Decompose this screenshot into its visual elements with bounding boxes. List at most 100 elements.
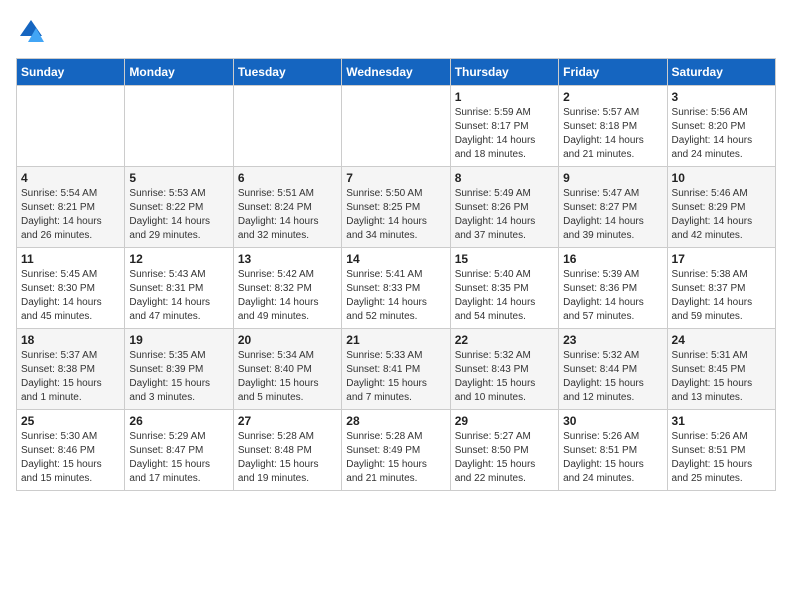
calendar-cell: 27 Sunrise: 5:28 AMSunset: 8:48 PMDayligh… [233,410,341,491]
calendar-cell [125,86,233,167]
calendar-cell: 24 Sunrise: 5:31 AMSunset: 8:45 PMDayligh… [667,329,775,410]
day-info: Sunrise: 5:49 AMSunset: 8:26 PMDaylight:… [455,187,554,243]
day-info: Sunrise: 5:26 AMSunset: 8:51 PMDaylight:… [563,430,662,486]
calendar-cell: 10 Sunrise: 5:46 AMSunset: 8:29 PMDayligh… [667,167,775,248]
day-info: Sunrise: 5:34 AMSunset: 8:40 PMDaylight:… [238,349,337,405]
day-info: Sunrise: 5:50 AMSunset: 8:25 PMDaylight:… [346,187,445,243]
week-row-2: 11 Sunrise: 5:45 AMSunset: 8:30 PMDayligh… [17,248,776,329]
day-number: 9 [563,171,662,185]
calendar-cell: 14Sunrise: 5:41 AMSunset: 8:33 PMDayligh… [342,248,450,329]
day-number: 7 [346,171,445,185]
calendar-cell: 13 Sunrise: 5:42 AMSunset: 8:32 PMDayligh… [233,248,341,329]
calendar-table: SundayMondayTuesdayWednesdayThursdayFrid… [16,58,776,491]
day-number: 12 [129,252,228,266]
day-number: 10 [672,171,771,185]
day-number: 23 [563,333,662,347]
day-number: 27 [238,414,337,428]
day-info: Sunrise: 5:46 AMSunset: 8:29 PMDaylight:… [672,187,771,243]
header-thursday: Thursday [450,59,558,86]
calendar-cell: 26 Sunrise: 5:29 AMSunset: 8:47 PMDayligh… [125,410,233,491]
calendar-cell: 11 Sunrise: 5:45 AMSunset: 8:30 PMDayligh… [17,248,125,329]
day-number: 13 [238,252,337,266]
day-number: 26 [129,414,228,428]
day-number: 6 [238,171,337,185]
calendar-cell: 22Sunrise: 5:32 AMSunset: 8:43 PMDayligh… [450,329,558,410]
day-info: Sunrise: 5:37 AMSunset: 8:38 PMDaylight:… [21,349,120,405]
page-header [16,16,776,46]
calendar-cell: 1 Sunrise: 5:59 AMSunset: 8:17 PMDaylight… [450,86,558,167]
day-number: 25 [21,414,120,428]
day-number: 22 [455,333,554,347]
day-number: 30 [563,414,662,428]
calendar-cell: 29Sunrise: 5:27 AMSunset: 8:50 PMDayligh… [450,410,558,491]
day-number: 8 [455,171,554,185]
calendar-cell: 5 Sunrise: 5:53 AMSunset: 8:22 PMDaylight… [125,167,233,248]
calendar-cell: 30 Sunrise: 5:26 AMSunset: 8:51 PMDayligh… [559,410,667,491]
day-number: 5 [129,171,228,185]
day-info: Sunrise: 5:51 AMSunset: 8:24 PMDaylight:… [238,187,337,243]
calendar-cell: 18Sunrise: 5:37 AMSunset: 8:38 PMDayligh… [17,329,125,410]
calendar-cell: 9 Sunrise: 5:47 AMSunset: 8:27 PMDaylight… [559,167,667,248]
day-number: 24 [672,333,771,347]
calendar-cell: 23Sunrise: 5:32 AMSunset: 8:44 PMDayligh… [559,329,667,410]
day-info: Sunrise: 5:29 AMSunset: 8:47 PMDaylight:… [129,430,228,486]
day-info: Sunrise: 5:31 AMSunset: 8:45 PMDaylight:… [672,349,771,405]
header-saturday: Saturday [667,59,775,86]
day-info: Sunrise: 5:30 AMSunset: 8:46 PMDaylight:… [21,430,120,486]
logo [16,16,50,46]
calendar-cell: 16Sunrise: 5:39 AMSunset: 8:36 PMDayligh… [559,248,667,329]
calendar-cell: 28Sunrise: 5:28 AMSunset: 8:49 PMDayligh… [342,410,450,491]
week-row-4: 25 Sunrise: 5:30 AMSunset: 8:46 PMDayligh… [17,410,776,491]
calendar-cell: 21 Sunrise: 5:33 AMSunset: 8:41 PMDayligh… [342,329,450,410]
week-row-0: 1 Sunrise: 5:59 AMSunset: 8:17 PMDaylight… [17,86,776,167]
calendar-cell: 15Sunrise: 5:40 AMSunset: 8:35 PMDayligh… [450,248,558,329]
calendar-cell: 3 Sunrise: 5:56 AMSunset: 8:20 PMDaylight… [667,86,775,167]
day-number: 15 [455,252,554,266]
week-row-1: 4 Sunrise: 5:54 AMSunset: 8:21 PMDaylight… [17,167,776,248]
calendar-cell: 6 Sunrise: 5:51 AMSunset: 8:24 PMDaylight… [233,167,341,248]
day-info: Sunrise: 5:28 AMSunset: 8:48 PMDaylight:… [238,430,337,486]
header-friday: Friday [559,59,667,86]
day-number: 11 [21,252,120,266]
day-number: 1 [455,90,554,104]
header-tuesday: Tuesday [233,59,341,86]
day-number: 29 [455,414,554,428]
logo-icon [16,16,46,46]
calendar-cell: 17Sunrise: 5:38 AMSunset: 8:37 PMDayligh… [667,248,775,329]
day-info: Sunrise: 5:45 AMSunset: 8:30 PMDaylight:… [21,268,120,324]
day-number: 4 [21,171,120,185]
calendar-cell: 12Sunrise: 5:43 AMSunset: 8:31 PMDayligh… [125,248,233,329]
day-info: Sunrise: 5:56 AMSunset: 8:20 PMDaylight:… [672,106,771,162]
calendar-header-row: SundayMondayTuesdayWednesdayThursdayFrid… [17,59,776,86]
day-number: 20 [238,333,337,347]
day-number: 28 [346,414,445,428]
calendar-cell: 20 Sunrise: 5:34 AMSunset: 8:40 PMDayligh… [233,329,341,410]
calendar-cell: 4 Sunrise: 5:54 AMSunset: 8:21 PMDaylight… [17,167,125,248]
day-number: 3 [672,90,771,104]
calendar-cell: 31 Sunrise: 5:26 AMSunset: 8:51 PMDayligh… [667,410,775,491]
day-number: 2 [563,90,662,104]
day-info: Sunrise: 5:57 AMSunset: 8:18 PMDaylight:… [563,106,662,162]
day-info: Sunrise: 5:59 AMSunset: 8:17 PMDaylight:… [455,106,554,162]
header-wednesday: Wednesday [342,59,450,86]
day-number: 21 [346,333,445,347]
day-info: Sunrise: 5:54 AMSunset: 8:21 PMDaylight:… [21,187,120,243]
day-info: Sunrise: 5:53 AMSunset: 8:22 PMDaylight:… [129,187,228,243]
day-info: Sunrise: 5:42 AMSunset: 8:32 PMDaylight:… [238,268,337,324]
calendar-cell: 19 Sunrise: 5:35 AMSunset: 8:39 PMDayligh… [125,329,233,410]
day-number: 19 [129,333,228,347]
header-monday: Monday [125,59,233,86]
day-info: Sunrise: 5:39 AMSunset: 8:36 PMDaylight:… [563,268,662,324]
day-info: Sunrise: 5:47 AMSunset: 8:27 PMDaylight:… [563,187,662,243]
calendar-cell: 2 Sunrise: 5:57 AMSunset: 8:18 PMDaylight… [559,86,667,167]
week-row-3: 18Sunrise: 5:37 AMSunset: 8:38 PMDayligh… [17,329,776,410]
day-number: 17 [672,252,771,266]
calendar-cell: 25 Sunrise: 5:30 AMSunset: 8:46 PMDayligh… [17,410,125,491]
calendar-cell: 8 Sunrise: 5:49 AMSunset: 8:26 PMDaylight… [450,167,558,248]
calendar-cell [342,86,450,167]
day-number: 31 [672,414,771,428]
day-info: Sunrise: 5:35 AMSunset: 8:39 PMDaylight:… [129,349,228,405]
day-number: 14 [346,252,445,266]
day-info: Sunrise: 5:33 AMSunset: 8:41 PMDaylight:… [346,349,445,405]
day-info: Sunrise: 5:26 AMSunset: 8:51 PMDaylight:… [672,430,771,486]
